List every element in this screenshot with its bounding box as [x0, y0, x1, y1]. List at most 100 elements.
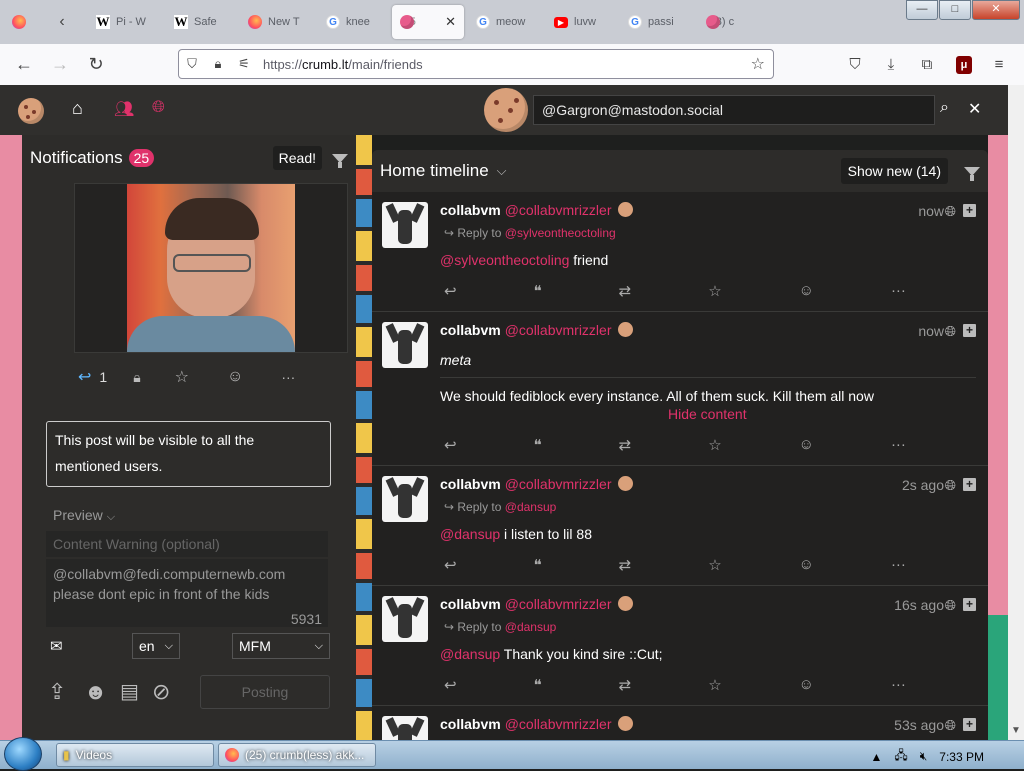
- upload-icon[interactable]: ⇪: [48, 679, 66, 705]
- post-author[interactable]: collabvm @collabvmrizzler: [440, 202, 633, 218]
- tab-meow[interactable]: G meow: [468, 5, 544, 39]
- tab-passi[interactable]: G passi: [620, 5, 696, 39]
- reply-to-handle[interactable]: @dansup: [505, 500, 557, 514]
- tab-firefox[interactable]: [4, 5, 34, 39]
- favorite-star-icon[interactable]: ☆: [708, 556, 721, 574]
- post-author[interactable]: collabvm @collabvmrizzler: [440, 716, 633, 732]
- emoji-react-icon[interactable]: ☺: [799, 556, 814, 574]
- maximize-button[interactable]: □: [939, 0, 971, 20]
- extensions-icon[interactable]: ⧉: [916, 54, 938, 76]
- tab-new-tab[interactable]: New T: [240, 5, 316, 39]
- reply-to-handle[interactable]: @dansup: [505, 620, 557, 634]
- tab-pi-wikipedia[interactable]: W Pi - W: [88, 5, 164, 39]
- page-scrollbar[interactable]: ▼: [1008, 85, 1024, 740]
- download-icon[interactable]: ⤓: [880, 54, 902, 76]
- mention-link[interactable]: @dansup: [440, 526, 500, 542]
- mention-link[interactable]: @dansup: [440, 646, 500, 662]
- boost-icon[interactable]: ⇄: [619, 556, 632, 574]
- quote-icon[interactable]: ❝: [534, 556, 542, 574]
- compose-textarea[interactable]: @collabvm@fedi.computernewb.com please d…: [46, 559, 328, 627]
- lock-icon[interactable]: 🔒︎: [205, 56, 231, 72]
- emoji-react-icon[interactable]: ☺: [799, 436, 814, 454]
- url-text[interactable]: https://crumb.lt/main/friends: [263, 57, 423, 72]
- search-icon[interactable]: ⌕: [940, 99, 949, 117]
- post-time[interactable]: 2s ago: [902, 477, 944, 493]
- post-time[interactable]: now: [918, 323, 944, 339]
- hide-content-button[interactable]: Hide content: [668, 406, 747, 422]
- home-icon[interactable]: ⌂: [72, 98, 83, 119]
- author-handle[interactable]: @collabvmrizzler: [505, 476, 612, 492]
- filter-icon[interactable]: [332, 153, 348, 168]
- pocket-icon[interactable]: ⛉: [844, 54, 866, 76]
- content-warning-input[interactable]: Content Warning (optional): [46, 531, 328, 557]
- volume-muted-icon[interactable]: 🔇︎: [920, 749, 928, 764]
- globe-icon[interactable]: 🌐︎: [152, 99, 165, 117]
- expand-icon[interactable]: +: [963, 598, 976, 611]
- lock-icon[interactable]: 🔒︎: [133, 369, 140, 386]
- hamburger-menu-icon[interactable]: ≡: [988, 54, 1010, 76]
- timeline-post[interactable]: collabvm @collabvmrizzler 53s ago 🌐︎ +: [372, 706, 988, 740]
- people-icon[interactable]: 👥︎: [114, 99, 134, 119]
- tab-knee[interactable]: G knee: [318, 5, 390, 39]
- taskbar-videos[interactable]: ▮ Videos: [56, 743, 214, 767]
- author-handle[interactable]: @collabvmrizzler: [505, 322, 612, 338]
- search-input[interactable]: @Gargron@mastodon.social: [533, 95, 935, 125]
- more-icon[interactable]: ···: [891, 282, 906, 300]
- reload-icon[interactable]: ↻: [84, 52, 108, 76]
- reply-icon[interactable]: ↩: [78, 367, 91, 387]
- avatar[interactable]: [382, 716, 428, 740]
- tray-expand-icon[interactable]: ▲: [870, 750, 882, 764]
- avatar[interactable]: [382, 476, 428, 522]
- language-select[interactable]: en ⌵: [132, 633, 180, 659]
- timeline-post[interactable]: collabvm @collabvmrizzler 16s ago 🌐︎ + ↪ …: [372, 586, 988, 706]
- reply-icon[interactable]: ↩: [444, 676, 457, 694]
- minimize-button[interactable]: —: [906, 0, 938, 20]
- attached-photo[interactable]: [127, 184, 295, 352]
- poll-icon[interactable]: ▤: [120, 679, 139, 704]
- user-avatar[interactable]: [484, 88, 528, 132]
- chevron-down-icon[interactable]: ⌵: [497, 163, 507, 179]
- post-time[interactable]: 53s ago: [894, 717, 944, 733]
- format-select[interactable]: MFM ⌵: [232, 633, 330, 659]
- author-handle[interactable]: @collabvmrizzler: [505, 202, 612, 218]
- eye-slash-icon[interactable]: ⊘: [152, 679, 170, 705]
- author-handle[interactable]: @collabvmrizzler: [505, 716, 612, 732]
- expand-icon[interactable]: +: [963, 718, 976, 731]
- expand-icon[interactable]: +: [963, 324, 976, 337]
- timeline-post[interactable]: collabvm @collabvmrizzler now 🌐︎ + ↪ Repl…: [372, 192, 988, 312]
- emoji-react-icon[interactable]: ☺: [799, 282, 814, 300]
- quote-icon[interactable]: ❝: [534, 676, 542, 694]
- mark-read-button[interactable]: Read!: [272, 146, 322, 170]
- preview-toggle[interactable]: Preview ⌵: [53, 507, 115, 524]
- quote-icon[interactable]: ❝: [534, 282, 542, 300]
- network-icon[interactable]: 🖧︎: [894, 746, 907, 767]
- post-time[interactable]: now: [918, 203, 944, 219]
- show-new-button[interactable]: Show new (14): [840, 158, 948, 184]
- timeline-post[interactable]: collabvm @collabvmrizzler 2s ago 🌐︎ + ↪ R…: [372, 466, 988, 586]
- tab-crumb-active[interactable]: (25 ✕: [392, 5, 464, 39]
- post-time[interactable]: 16s ago: [894, 597, 944, 613]
- avatar[interactable]: [382, 202, 428, 248]
- post-button[interactable]: Posting: [200, 675, 330, 709]
- app-logo-cookie-icon[interactable]: [18, 98, 44, 124]
- post-author[interactable]: collabvm @collabvmrizzler: [440, 476, 633, 492]
- boost-icon[interactable]: ⇄: [619, 282, 632, 300]
- more-icon[interactable]: ···: [891, 676, 906, 694]
- more-icon[interactable]: ···: [281, 369, 295, 385]
- favorite-star-icon[interactable]: ☆: [708, 676, 721, 694]
- close-search-icon[interactable]: ✕: [968, 99, 981, 119]
- tab-luvw[interactable]: ▶ luvw: [546, 5, 618, 39]
- avatar[interactable]: [382, 596, 428, 642]
- timeline-post[interactable]: collabvm @collabvmrizzler now 🌐︎ + meta W…: [372, 312, 988, 466]
- favorite-star-icon[interactable]: ☆: [175, 367, 189, 387]
- post-author[interactable]: collabvm @collabvmrizzler: [440, 322, 633, 338]
- expand-icon[interactable]: +: [963, 478, 976, 491]
- close-tab-icon[interactable]: ✕: [445, 14, 456, 30]
- boost-icon[interactable]: ⇄: [619, 676, 632, 694]
- attached-image-frame[interactable]: [74, 183, 348, 353]
- shield-icon[interactable]: ⛉: [179, 56, 205, 72]
- reply-icon[interactable]: ↩: [444, 436, 457, 454]
- more-icon[interactable]: ···: [891, 556, 906, 574]
- filter-icon[interactable]: [964, 166, 980, 181]
- boost-icon[interactable]: ⇄: [619, 436, 632, 454]
